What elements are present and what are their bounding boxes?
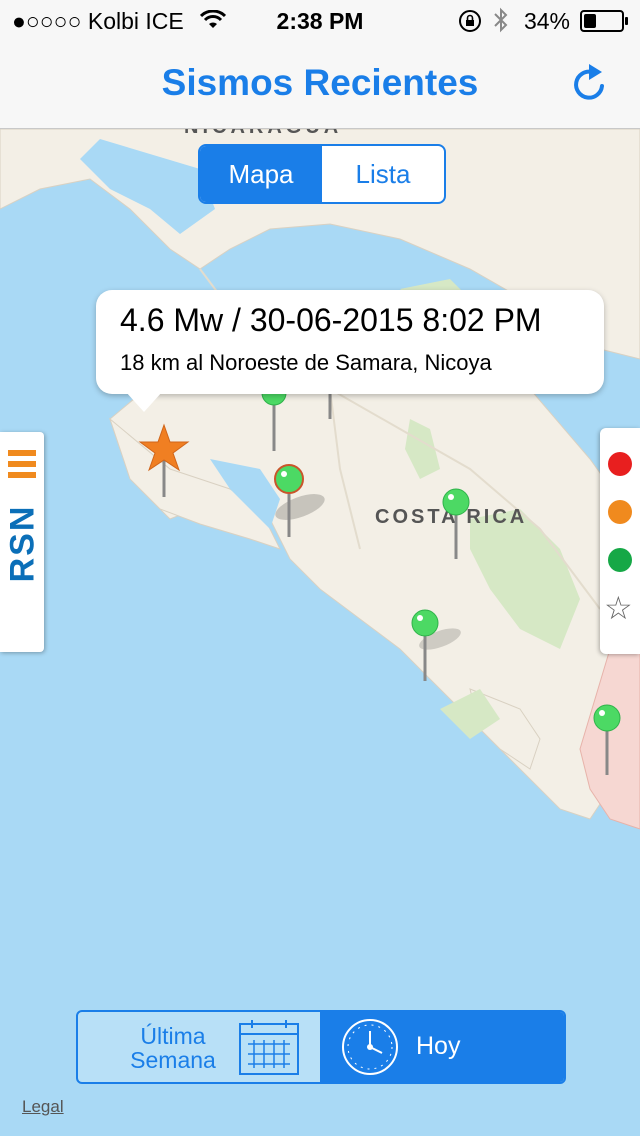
tab-lista[interactable]: Lista [322,146,444,202]
week-filter-label: Última Semana [130,1023,216,1073]
calendar-icon [239,1020,299,1075]
clock-icon [342,1019,398,1075]
green-dot-icon[interactable] [608,548,632,572]
callout-subtitle: 18 km al Noroeste de Samara, Nicoya [120,350,492,375]
week-filter-button[interactable]: Última Semana [78,1012,320,1082]
map-canvas: NICARAGUA COSTA RICA [0,129,640,1136]
today-filter-label: Hoy [416,1032,461,1060]
time-filter: Última Semana Hoy [76,1010,566,1084]
tab-mapa[interactable]: Mapa [200,146,322,202]
earthquake-callout[interactable]: 4.6 Mw / 30-06-2015 8:02 PM 18 km al Nor… [96,290,604,412]
navigation-bar: Sismos Recientes [0,40,640,129]
legal-link[interactable]: Legal [22,1097,64,1117]
map-view[interactable]: NICARAGUA COSTA RICA [0,129,640,1136]
orientation-lock-icon [459,10,481,32]
star-outline-icon[interactable]: ☆ [604,592,633,624]
status-bar: ●○○○○ Kolbi ICE 2:38 PM 34% [0,0,640,40]
refresh-icon[interactable] [568,62,612,106]
callout-pointer [126,392,162,412]
view-toggle: Mapa Lista [198,144,446,204]
bluetooth-icon [494,7,508,33]
battery-percent: 34% [523,8,570,34]
rsn-logo-text: RSN [3,504,42,583]
page-title: Sismos Recientes [161,62,479,103]
magnitude-legend[interactable]: ☆ [600,428,640,654]
rsn-bars-icon [8,450,36,486]
today-filter-button[interactable]: Hoy [320,1012,564,1082]
map-label-nicaragua: NICARAGUA [184,129,342,138]
callout-title: 4.6 Mw / 30-06-2015 8:02 PM [120,302,542,338]
rsn-logo[interactable]: RSN [0,432,44,652]
red-dot-icon[interactable] [608,452,632,476]
orange-dot-icon[interactable] [608,500,632,524]
battery-icon [580,10,628,32]
